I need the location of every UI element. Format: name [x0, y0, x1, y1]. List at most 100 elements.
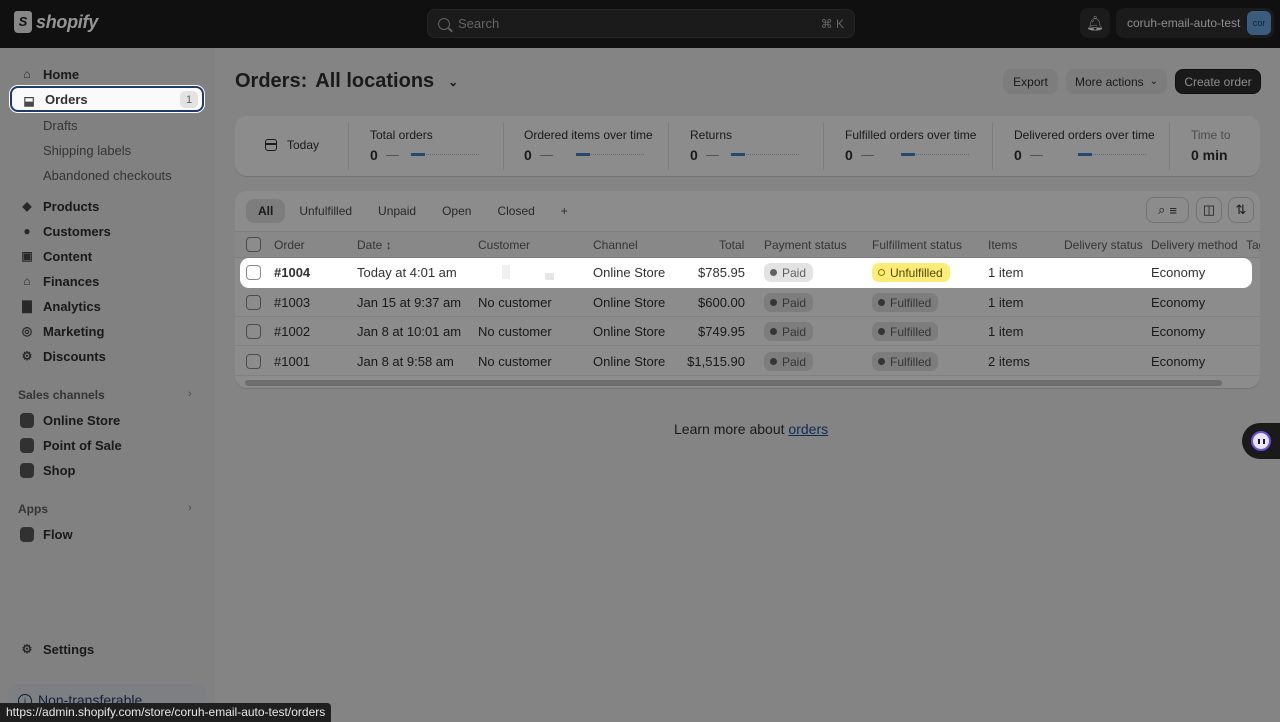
sidebar-item-shop[interactable]: Shop	[10, 457, 204, 483]
order-items[interactable]: 2 items	[988, 354, 1030, 369]
metric-time-to-fulfill[interactable]: Time to 0 min	[1169, 116, 1260, 176]
sidebar-item-label: Flow	[43, 526, 73, 542]
location-selector[interactable]: All locations	[315, 70, 434, 93]
metric-returns[interactable]: Returns 0 —	[668, 116, 823, 176]
order-items[interactable]: 1 item	[988, 265, 1023, 280]
tab-unfulfilled[interactable]: Unfulfilled	[287, 199, 364, 223]
metric-trend: —	[386, 147, 399, 162]
metric-value: 0	[370, 147, 378, 163]
gear-icon: ⚙	[21, 642, 33, 656]
metric-label: Returns	[690, 128, 733, 142]
sidebar-item-marketing[interactable]: ◎ Marketing	[10, 318, 204, 344]
shopify-bag-icon: S	[14, 11, 32, 33]
table-row[interactable]: #1002 Jan 8 at 10:01 am No customer Onli…	[235, 317, 1260, 346]
table-row[interactable]: #1003 Jan 15 at 9:37 am No customer Onli…	[235, 288, 1260, 317]
sidebar-item-products[interactable]: ◆ Products	[10, 193, 204, 219]
fulfillment-status-badge: Fulfilled	[872, 293, 939, 312]
search-filter-button[interactable]: ⌕ ≡	[1146, 197, 1189, 223]
shop-icon	[20, 462, 34, 478]
table-row-highlighted[interactable]: #1004 Today at 4:01 am Online Store $785…	[240, 258, 1252, 288]
tab-closed[interactable]: Closed	[485, 199, 546, 223]
add-view-button[interactable]: +	[549, 199, 580, 223]
column-customer[interactable]: Customer	[478, 238, 530, 252]
column-order[interactable]: Order	[274, 238, 305, 252]
metric-trend: —	[540, 147, 553, 162]
sort-button[interactable]: ⇅	[1228, 197, 1254, 223]
column-channel[interactable]: Channel	[593, 238, 638, 252]
apps-heading[interactable]: Apps	[18, 502, 48, 516]
row-checkbox[interactable]	[246, 295, 261, 310]
order-number[interactable]: #1003	[274, 295, 310, 310]
tab-all[interactable]: All	[246, 199, 286, 223]
sales-channels-heading[interactable]: Sales channels	[18, 388, 105, 402]
sidebar-item-flow[interactable]: Flow	[10, 521, 204, 547]
chevron-right-icon[interactable]: ›	[188, 388, 192, 400]
date-range-button[interactable]: Today	[265, 138, 319, 152]
column-fulfillment-status[interactable]: Fulfillment status	[872, 238, 962, 252]
order-items[interactable]: 1 item	[988, 295, 1023, 310]
order-customer: No customer	[478, 354, 552, 369]
sidebar-item-discounts[interactable]: ⚙ Discounts	[10, 343, 204, 369]
sidebar-item-analytics[interactable]: ▇ Analytics	[10, 293, 204, 319]
column-total[interactable]: Total	[719, 238, 744, 252]
sidebar-item-customers[interactable]: ● Customers	[10, 218, 204, 244]
search-placeholder: Search	[458, 16, 500, 31]
metric-delivered-orders[interactable]: Delivered orders over time 0 —	[992, 116, 1169, 176]
bar-chart-icon: ▇	[22, 299, 32, 313]
notifications-button[interactable]: 🔔︎	[1080, 8, 1110, 38]
order-number[interactable]: #1002	[274, 324, 310, 339]
horizontal-scrollbar[interactable]	[245, 380, 1222, 386]
metric-ordered-items[interactable]: Ordered items over time 0 —	[503, 116, 668, 176]
learn-more-text: Learn more about orders	[674, 421, 828, 437]
image-icon: ▣	[21, 249, 33, 263]
row-checkbox[interactable]	[246, 265, 261, 280]
order-number[interactable]: #1001	[274, 354, 310, 369]
search-input[interactable]: Search ⌘ K	[427, 9, 855, 38]
column-tags[interactable]: Tags	[1246, 238, 1260, 252]
tab-unpaid[interactable]: Unpaid	[366, 199, 428, 223]
sidebar-item-drafts[interactable]: Drafts	[43, 118, 78, 133]
inbox-icon: ⬓	[23, 94, 35, 108]
payment-status-badge: Paid	[764, 263, 814, 282]
column-items[interactable]: Items	[988, 238, 1017, 252]
shopify-logo[interactable]: S shopify	[14, 11, 98, 33]
order-channel: Online Store	[593, 324, 666, 339]
order-delivery-method: Economy	[1151, 354, 1206, 369]
select-all-checkbox[interactable]	[246, 237, 261, 252]
sidebar-item-label: Analytics	[43, 298, 101, 314]
metric-fulfilled-orders[interactable]: Fulfilled orders over time 0 —	[823, 116, 992, 176]
orders-help-link[interactable]: orders	[788, 421, 828, 437]
store-menu-button[interactable]: coruh-email-auto-test cor	[1116, 8, 1274, 38]
column-payment-status[interactable]: Payment status	[764, 238, 847, 252]
tab-open[interactable]: Open	[430, 199, 483, 223]
order-total: $1,515.90	[687, 354, 745, 369]
order-channel: Online Store	[593, 354, 666, 369]
sidebar-item-home[interactable]: ⌂ Home	[10, 61, 204, 87]
order-number[interactable]: #1004	[274, 265, 310, 280]
column-delivery-method[interactable]: Delivery method	[1151, 238, 1238, 252]
row-checkbox[interactable]	[246, 354, 261, 369]
more-actions-button[interactable]: More actions ⌄	[1066, 69, 1167, 94]
sidebar-item-online-store[interactable]: Online Store	[10, 407, 204, 433]
metric-total-orders[interactable]: Total orders 0 —	[348, 116, 503, 176]
sidebar-item-finances[interactable]: ⌂ Finances	[10, 268, 204, 294]
sidebar-item-settings[interactable]: ⚙ Settings	[10, 636, 204, 662]
sidebar-item-abandoned-checkouts[interactable]: Abandoned checkouts	[43, 168, 172, 183]
chevron-right-icon[interactable]: ›	[188, 502, 192, 514]
sidebar-item-orders[interactable]: ⬓ Orders 1	[10, 86, 204, 112]
chevron-down-icon[interactable]: ⌄	[448, 75, 458, 89]
sidebar-item-shipping-labels[interactable]: Shipping labels	[43, 143, 131, 158]
sidebar-item-content[interactable]: ▣ Content	[10, 243, 204, 269]
column-delivery-status[interactable]: Delivery status	[1064, 238, 1143, 252]
sidebar-item-point-of-sale[interactable]: Point of Sale	[10, 432, 204, 458]
create-order-button[interactable]: Create order	[1175, 69, 1261, 94]
order-items[interactable]: 1 item	[988, 324, 1023, 339]
columns-button[interactable]: ◫	[1196, 197, 1222, 223]
table-row[interactable]: #1001 Jan 8 at 9:58 am No customer Onlin…	[235, 347, 1260, 376]
search-icon	[438, 17, 450, 30]
export-button[interactable]: Export	[1003, 69, 1058, 94]
metric-trend: —	[861, 147, 874, 162]
assistant-launcher-button[interactable]	[1242, 423, 1280, 459]
row-checkbox[interactable]	[246, 324, 261, 339]
column-date[interactable]: Date ↕	[357, 238, 392, 252]
